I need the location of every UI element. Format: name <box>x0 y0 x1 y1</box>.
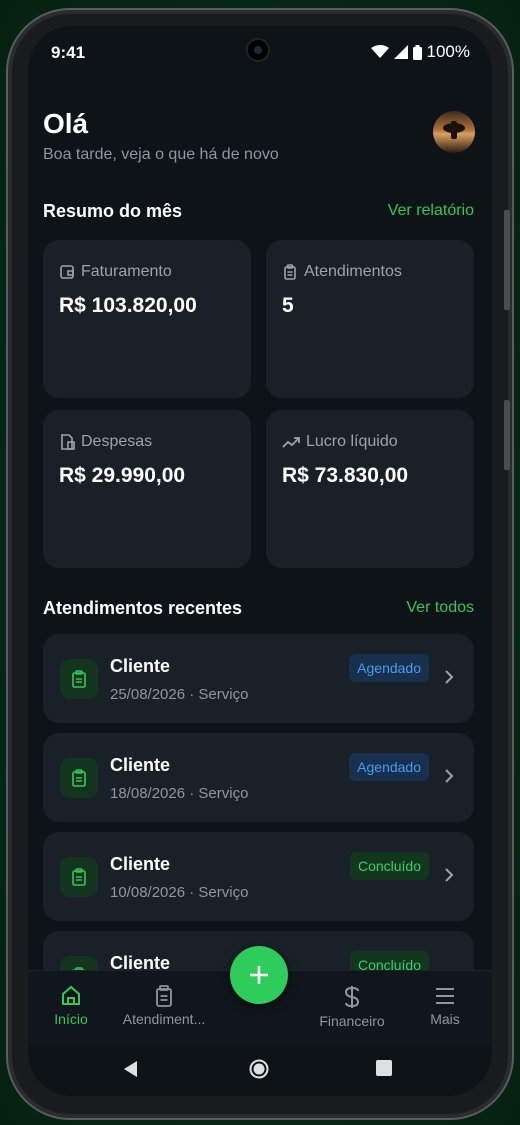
summary-card-net-profit[interactable]: Lucro líquido R$ 73.830,00 <box>266 410 474 568</box>
item-meta: 18/08/2026 · Serviço <box>110 785 249 802</box>
summary-card-revenue[interactable]: Faturamento R$ 103.820,00 <box>43 240 251 398</box>
chevron-right-icon <box>445 769 454 783</box>
status-icons: 100% <box>370 42 470 62</box>
app-screen: 9:41 100% Olá Boa tarde, veja o que há d… <box>28 26 492 1096</box>
item-client: Cliente <box>110 656 171 676</box>
status-badge: Agendado <box>349 753 429 781</box>
card-label-row: Despesas <box>59 433 152 451</box>
receipt-icon <box>61 434 75 450</box>
list-item[interactable]: Cliente 18/08/2026 · Serviço Agendado <box>43 733 474 822</box>
clipboard-icon <box>156 985 172 1007</box>
plus-icon <box>250 966 268 984</box>
recents-icon[interactable] <box>376 1060 392 1076</box>
card-label-row: Lucro líquido <box>282 433 398 451</box>
power-button <box>504 400 510 470</box>
list-item[interactable]: Cliente 10/08/2026 · Serviço Concluído <box>43 832 474 921</box>
dollar-icon <box>344 986 360 1008</box>
system-nav-bar <box>28 1046 492 1096</box>
item-client: Cliente <box>110 854 171 874</box>
summary-card-expenses[interactable]: Despesas R$ 29.990,00 <box>43 410 251 568</box>
card-label: Lucro líquido <box>306 433 398 450</box>
tab-inicio[interactable]: Início <box>28 985 121 1027</box>
summary-card-appointments[interactable]: Atendimentos 5 <box>266 240 474 398</box>
menu-icon <box>436 988 454 1004</box>
volume-button <box>504 210 510 310</box>
home-icon <box>62 985 80 1005</box>
tab-label: Início <box>54 1011 88 1027</box>
chevron-right-icon <box>445 670 454 684</box>
home-nav-icon[interactable] <box>249 1059 269 1079</box>
card-value: R$ 103.820,00 <box>59 294 197 317</box>
chevron-right-icon <box>445 868 454 882</box>
tab-label: Atendiment... <box>122 1011 206 1027</box>
clipboard-icon <box>60 659 98 699</box>
battery-icon <box>412 44 422 60</box>
item-client: Cliente <box>110 755 171 775</box>
card-value: R$ 29.990,00 <box>59 464 186 487</box>
view-all-link[interactable]: Ver todos <box>406 599 474 617</box>
status-badge: Agendado <box>349 654 429 682</box>
tab-label: Financeiro <box>319 1013 385 1029</box>
tab-mais[interactable]: Mais <box>395 985 492 1027</box>
avatar[interactable] <box>433 111 475 153</box>
front-camera <box>246 38 270 62</box>
recent-title: Atendimentos recentes <box>43 598 243 618</box>
battery-percent: 100% <box>426 42 470 61</box>
card-label-row: Faturamento <box>59 263 172 281</box>
tab-label: Mais <box>430 1011 460 1027</box>
clipboard-icon <box>284 264 296 280</box>
greeting-subtitle: Boa tarde, veja o que há de novo <box>43 146 279 163</box>
status-badge: Concluído <box>349 852 429 880</box>
card-value: R$ 73.830,00 <box>282 464 409 487</box>
tab-financeiro[interactable]: Financeiro <box>302 985 402 1029</box>
add-button[interactable] <box>230 946 288 1004</box>
card-label-row: Atendimentos <box>282 263 402 281</box>
card-value: 5 <box>282 294 294 317</box>
clipboard-icon <box>60 758 98 798</box>
wifi-icon <box>370 45 389 58</box>
back-icon[interactable] <box>123 1060 139 1078</box>
trending-up-icon <box>282 437 300 448</box>
card-label: Atendimentos <box>304 263 402 280</box>
status-bar: 9:41 100% <box>28 26 492 80</box>
greeting: Olá <box>43 108 89 139</box>
card-label: Despesas <box>81 433 153 450</box>
list-item[interactable]: Cliente 25/08/2026 · Serviço Agendado <box>43 634 474 723</box>
status-time: 9:41 <box>51 43 86 62</box>
clipboard-icon <box>60 857 98 897</box>
item-meta: 10/08/2026 · Serviço <box>110 884 249 901</box>
wallet-icon <box>60 265 74 279</box>
signal-icon <box>393 45 408 59</box>
card-label: Faturamento <box>81 263 172 280</box>
view-report-link[interactable]: Ver relatório <box>388 202 474 220</box>
summary-title: Resumo do mês <box>43 201 183 221</box>
tab-atendimentos[interactable]: Atendiment... <box>114 985 214 1027</box>
item-meta: 25/08/2026 · Serviço <box>110 686 249 703</box>
